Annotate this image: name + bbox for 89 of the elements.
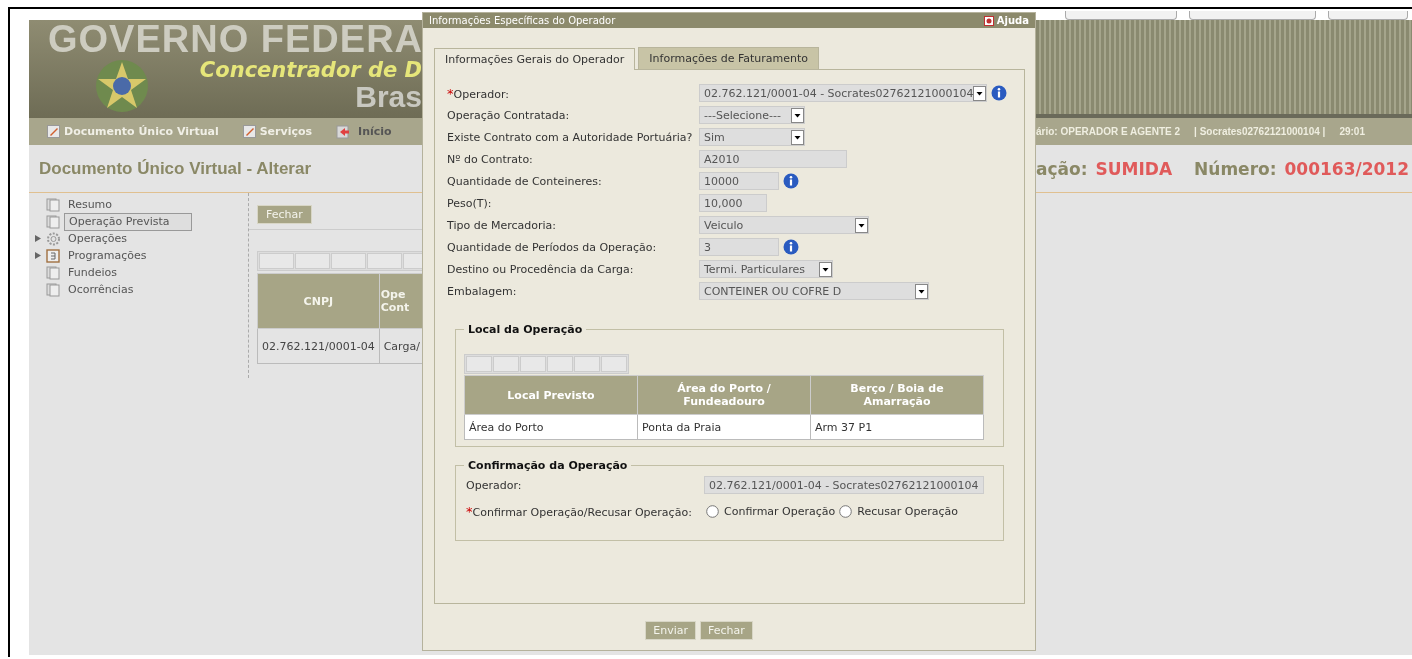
field-label: Quantidade de Períodos da Operação: bbox=[447, 240, 658, 254]
pager-button[interactable] bbox=[295, 253, 330, 269]
info-icon[interactable] bbox=[991, 85, 1007, 101]
input-field[interactable]: 3 bbox=[699, 238, 779, 256]
tab[interactable]: Informações de Faturamento bbox=[638, 47, 820, 69]
select-field[interactable]: ---Selecione--- bbox=[699, 106, 805, 124]
banner-subtitle: Bras bbox=[354, 82, 422, 112]
input-field[interactable]: 10,000 bbox=[699, 194, 767, 212]
select-field[interactable]: 02.762.121/0001-04 - Socrates02762121000104 bbox=[699, 84, 987, 102]
pager-button[interactable] bbox=[466, 356, 492, 372]
table-cell: 02.762.121/0001-04 bbox=[257, 328, 380, 364]
help-link[interactable]: Ajuda bbox=[983, 15, 1029, 26]
radio-option[interactable]: Confirmar Operação bbox=[706, 504, 836, 518]
calendar-icon bbox=[46, 248, 61, 263]
number-label: Número: bbox=[1194, 158, 1277, 179]
pager-button[interactable] bbox=[574, 356, 600, 372]
top-tab[interactable] bbox=[1189, 11, 1316, 20]
tree-item[interactable]: Programações bbox=[64, 247, 151, 264]
field-label: Existe Contrato com a Autoridade Portuária? bbox=[447, 130, 694, 144]
field-label: Embalagem: bbox=[447, 284, 518, 298]
expander-icon[interactable] bbox=[35, 235, 41, 242]
select-field[interactable]: Veiculo bbox=[699, 216, 869, 234]
input-field[interactable]: 10000 bbox=[699, 172, 779, 190]
field-label: Quantidade de Conteineres: bbox=[447, 174, 603, 188]
info-icon[interactable] bbox=[783, 239, 799, 255]
section-legend: Local da Operação bbox=[464, 323, 587, 336]
pager-button[interactable] bbox=[547, 356, 573, 372]
table-cell: Arm 37 P1 bbox=[810, 414, 984, 440]
pencil-icon bbox=[47, 125, 60, 138]
pager-button[interactable] bbox=[520, 356, 546, 372]
help-icon bbox=[983, 15, 994, 26]
select-field[interactable]: Termi. Particulares bbox=[699, 260, 833, 278]
expander-icon[interactable] bbox=[35, 252, 41, 259]
column-header: Área do Porto / Fundeadouro bbox=[637, 375, 811, 415]
tree-item[interactable]: Ocorrências bbox=[64, 281, 138, 298]
column-header: Berço / Boia de Amarração bbox=[810, 375, 984, 415]
gear-icon bbox=[46, 231, 61, 246]
top-tab[interactable] bbox=[1065, 11, 1177, 20]
column-header: Ope Cont bbox=[379, 273, 422, 329]
tree-item[interactable]: Fundeios bbox=[64, 264, 121, 281]
column-header: Local Previsto bbox=[464, 375, 638, 415]
radio-option[interactable]: Recusar Operação bbox=[839, 504, 958, 518]
nav-link[interactable]: Início bbox=[336, 124, 392, 139]
pager-button[interactable] bbox=[601, 356, 627, 372]
field-label: Operação Contratada: bbox=[447, 108, 571, 122]
status-label: ação: bbox=[1036, 158, 1088, 179]
number-value: 000163/2012 bbox=[1284, 158, 1409, 179]
page-title: Documento Único Virtual - Alterar bbox=[38, 158, 313, 179]
document-icon bbox=[46, 197, 61, 212]
field-label: *Operador: bbox=[447, 85, 510, 101]
user-label: ário: OPERADOR E AGENTE 2 bbox=[1036, 126, 1181, 137]
info-icon[interactable] bbox=[783, 173, 799, 189]
pencil-icon bbox=[242, 125, 256, 138]
document-icon bbox=[46, 282, 61, 297]
field-label: Operador: bbox=[466, 478, 523, 492]
pager-button[interactable] bbox=[493, 356, 519, 372]
banner-subtitle: Concentrador de D bbox=[198, 58, 422, 82]
field-label: Nº do Contrato: bbox=[447, 152, 534, 166]
field-label: *Confirmar Operação/Recusar Operação: bbox=[466, 503, 693, 519]
input-field[interactable]: 02.762.121/0001-04 - Socrates02762121000104 bbox=[704, 476, 984, 494]
table-cell: Ponta da Praia bbox=[637, 414, 811, 440]
document-icon bbox=[46, 265, 61, 280]
table-cell: Área do Porto bbox=[464, 414, 638, 440]
input-field[interactable]: A2010 bbox=[699, 150, 847, 168]
tree-item[interactable]: Operações bbox=[64, 230, 131, 247]
dialog-title: Informações Específicas do Operador bbox=[429, 15, 616, 26]
pager-button[interactable] bbox=[367, 253, 402, 269]
status-value: SUMIDA bbox=[1095, 158, 1173, 179]
emblem-drawing bbox=[94, 58, 150, 114]
section-legend: Confirmação da Operação bbox=[464, 459, 632, 472]
tree-item[interactable]: Resumo bbox=[64, 196, 117, 213]
top-tab[interactable] bbox=[1328, 11, 1408, 20]
radio-button[interactable] bbox=[706, 504, 719, 518]
field-label: Tipo de Mercadoria: bbox=[447, 218, 557, 232]
select-field[interactable]: Sim bbox=[699, 128, 805, 146]
account-label: | Socrates02762121000104 | bbox=[1194, 126, 1326, 137]
banner-title: GOVERNO FEDERA bbox=[48, 20, 422, 58]
radio-button[interactable] bbox=[839, 504, 853, 518]
document-icon bbox=[46, 214, 61, 229]
column-header: CNPJ bbox=[257, 273, 380, 329]
session-timer: 29:01 bbox=[1339, 126, 1365, 137]
pager-button[interactable] bbox=[331, 253, 366, 269]
field-label: Destino ou Procedência da Carga: bbox=[447, 262, 635, 276]
tree-item[interactable]: Operação Prevista bbox=[64, 212, 192, 231]
pager-button[interactable] bbox=[259, 253, 294, 269]
tab[interactable]: Informações Gerais do Operador bbox=[434, 48, 636, 70]
select-field[interactable]: CONTEINER OU COFRE D bbox=[699, 282, 929, 300]
exit-icon bbox=[336, 124, 351, 139]
field-label: Peso(T): bbox=[447, 196, 493, 210]
